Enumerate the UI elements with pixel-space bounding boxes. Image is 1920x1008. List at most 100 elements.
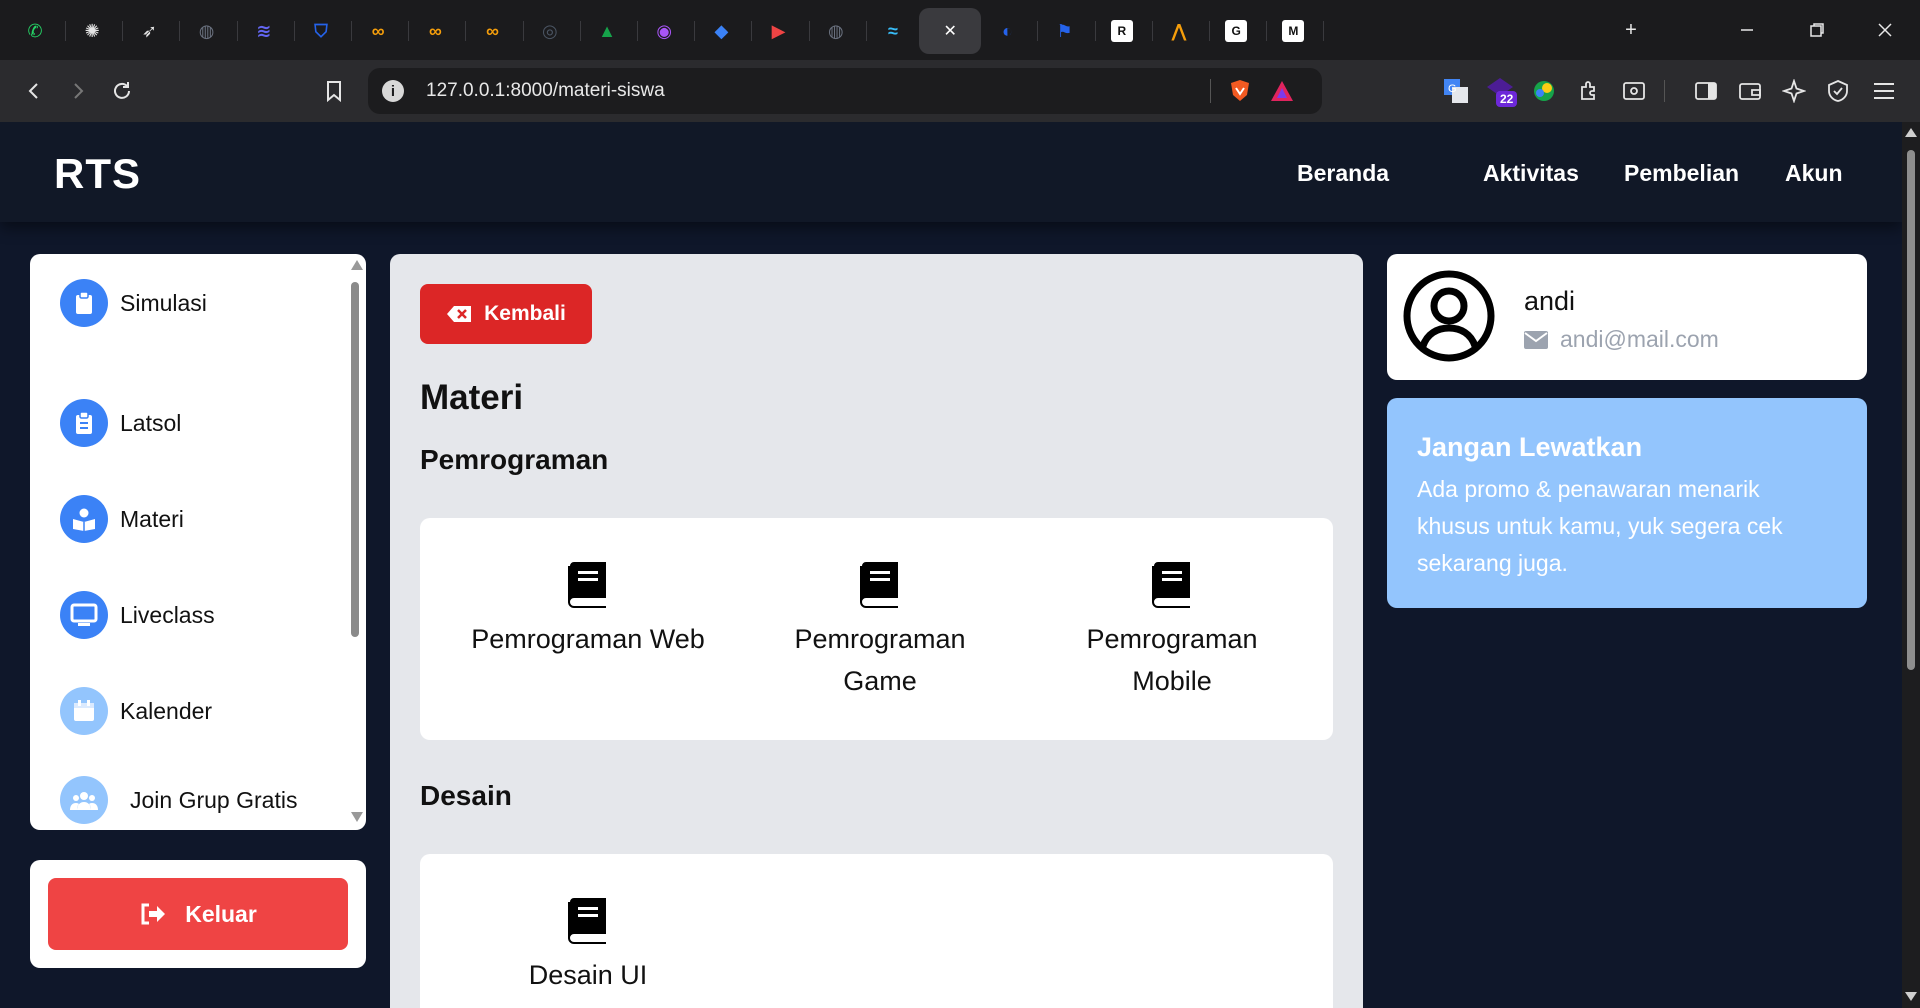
address-bar[interactable]: i 127.0.0.1:8000/materi-siswa — [368, 68, 1322, 114]
browser-tab[interactable]: R — [1091, 8, 1153, 54]
browser-tab[interactable]: ◍ — [176, 8, 238, 54]
browser-tab[interactable]: ∞ — [347, 8, 410, 54]
site-navbar: RTS Beranda Aktivitas Pembelian Akun — [0, 122, 1902, 222]
browser-tab[interactable]: ◍ — [805, 8, 867, 54]
browser-tab[interactable]: ◆ — [690, 8, 753, 54]
scroll-down-arrow-icon[interactable] — [351, 812, 363, 822]
restore-button[interactable] — [1782, 0, 1852, 60]
nav-link-akun[interactable]: Akun — [1785, 160, 1843, 187]
color-extension-icon[interactable] — [1528, 75, 1560, 107]
close-icon: ✕ — [943, 23, 957, 40]
sidebar-item-materi[interactable]: Materi — [60, 495, 184, 543]
reload-button[interactable] — [106, 75, 138, 107]
scroll-up-arrow-icon[interactable] — [351, 260, 363, 270]
browser-tab[interactable]: ⋀ — [1148, 8, 1210, 54]
page-scroll-down-icon[interactable] — [1905, 992, 1917, 1001]
extensions-button[interactable] — [1574, 75, 1606, 107]
topic-label: Pemrograman Web — [471, 624, 705, 654]
leo-ai-button[interactable] — [1778, 75, 1810, 107]
browser-tab[interactable]: ⛉ — [290, 8, 352, 54]
new-tab-button[interactable]: + — [1596, 0, 1666, 60]
nav-link-aktivitas[interactable]: Aktivitas — [1483, 160, 1579, 187]
sidebar-item-join-grup[interactable]: Join Grup Gratis — [60, 776, 297, 824]
extension-badge-icon[interactable]: 22 — [1484, 75, 1518, 107]
topic-item[interactable]: Pemrograman Game — [740, 562, 1020, 702]
tailwind-icon: ≈ — [888, 20, 898, 41]
puzzle-icon — [1581, 81, 1595, 100]
browser-tab[interactable]: ∞ — [462, 8, 524, 54]
translate-extension-icon[interactable]: G — [1440, 75, 1472, 107]
page-scroll-thumb[interactable] — [1907, 150, 1915, 670]
browser-tab[interactable]: ⚑ — [1034, 8, 1096, 54]
topic-item[interactable]: Pemrograman Web — [448, 562, 728, 660]
topic-item[interactable]: Desain UI — [448, 898, 728, 996]
sidebar-item-simulasi[interactable]: Simulasi — [60, 279, 207, 327]
nav-link-beranda[interactable]: Beranda — [1297, 160, 1389, 187]
sidebar-item-latsol[interactable]: Latsol — [60, 399, 181, 447]
browser-tab[interactable]: ✺ — [61, 8, 124, 54]
browser-tab[interactable]: ✕ — [919, 8, 982, 54]
screenshot-button[interactable] — [1618, 75, 1650, 107]
brave-shield-icon[interactable] — [1228, 79, 1252, 108]
topic-label: Desain UI — [528, 960, 648, 990]
sidebar-item-label: Latsol — [120, 409, 182, 436]
browser-tab[interactable]: ◉ — [633, 8, 696, 54]
sidebar-item-liveclass[interactable]: Liveclass — [60, 591, 215, 639]
promo-card[interactable]: Jangan Lewatkan Ada promo & penawaran me… — [1387, 398, 1867, 608]
profile-name: andi — [1524, 286, 1576, 316]
site-info-icon[interactable]: i — [382, 80, 404, 102]
restore-icon — [1810, 23, 1824, 37]
brand-logo[interactable]: RTS — [54, 150, 141, 198]
menu-button[interactable] — [1868, 75, 1900, 107]
book-icon — [568, 898, 606, 944]
wallet-button[interactable] — [1734, 75, 1766, 107]
close-window-button[interactable] — [1850, 0, 1920, 60]
profile-card[interactable]: andi andi@mail.com — [1387, 254, 1867, 380]
browser-tab[interactable]: ≈ — [862, 8, 924, 54]
section-title-pemrograman: Pemrograman — [420, 444, 609, 475]
user-circle-icon — [1403, 270, 1495, 362]
browser-tab[interactable]: ➶ — [118, 8, 181, 54]
nav-link-pembelian[interactable]: Pembelian — [1624, 160, 1739, 187]
topic-card-pemrograman: Pemrograman Web Pemrograman Game Pemrogr… — [420, 518, 1333, 740]
browser-tab[interactable]: G — [1205, 8, 1268, 54]
browser-tab[interactable]: ▲ — [576, 8, 638, 54]
sidebar-item-label: Liveclass — [120, 601, 215, 628]
profile-email-row: andi@mail.com — [1524, 326, 1719, 353]
researchgate-icon: R — [1110, 20, 1133, 42]
url-text[interactable]: 127.0.0.1:8000/materi-siswa — [426, 80, 665, 102]
browser-tab[interactable]: ▶ — [748, 8, 810, 54]
back-button[interactable]: Kembali — [420, 284, 592, 344]
svg-text:G: G — [1448, 83, 1457, 95]
clipboard-icon — [60, 279, 108, 327]
vpn-button[interactable] — [1822, 75, 1854, 107]
browser-tab[interactable]: M — [1262, 8, 1325, 54]
minimize-button[interactable] — [1712, 0, 1782, 60]
topic-item[interactable]: Pemrograman Mobile — [1032, 562, 1312, 702]
sidebar-item-kalender[interactable]: Kalender — [60, 687, 212, 735]
book-icon — [1152, 562, 1190, 608]
browser-tab[interactable]: ◎ — [519, 8, 581, 54]
bookmark-button[interactable] — [318, 75, 350, 107]
page-viewport: RTS Beranda Aktivitas Pembelian Akun Sim… — [0, 122, 1902, 1008]
sidebar-toggle-button[interactable] — [1690, 75, 1722, 107]
feather-icon: ➶ — [141, 20, 157, 41]
brave-rewards-icon[interactable] — [1270, 80, 1294, 107]
page-scroll-up-icon[interactable] — [1905, 128, 1917, 137]
back-nav-button[interactable] — [18, 75, 50, 107]
sidebar-item-label: Materi — [120, 505, 184, 532]
sidebar-scrollbar[interactable] — [348, 260, 363, 824]
shield-icon: ⛉ — [314, 20, 328, 41]
logout-card: Keluar — [30, 860, 366, 968]
browser-tab[interactable]: ∞ — [404, 8, 467, 54]
back-label: Kembali — [484, 302, 566, 325]
browser-tab[interactable]: ◐ — [976, 8, 1039, 54]
whatsapp-icon: ✆ — [27, 20, 43, 41]
browser-tab[interactable]: ✆ — [4, 8, 66, 54]
forward-nav-button[interactable] — [62, 75, 94, 107]
sidebar-scroll-thumb[interactable] — [351, 282, 359, 637]
browser-tab[interactable]: ≋ — [233, 8, 295, 54]
page-scrollbar[interactable] — [1902, 122, 1920, 1008]
envelope-icon — [1524, 330, 1548, 349]
logout-button[interactable]: Keluar — [48, 878, 348, 950]
